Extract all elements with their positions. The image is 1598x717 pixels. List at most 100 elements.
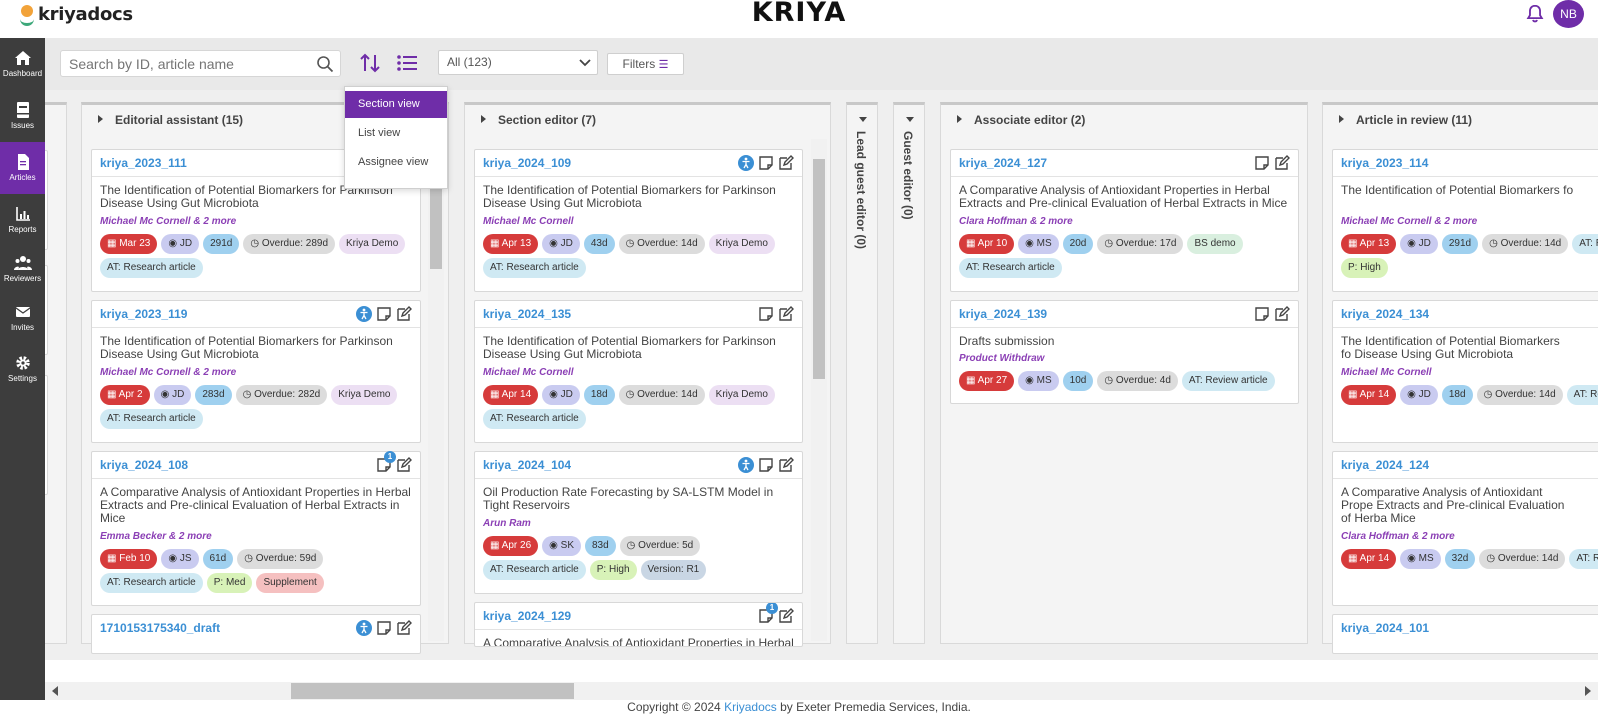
accessibility-icon[interactable] bbox=[738, 457, 754, 473]
article-card[interactable]: kriya_2024_101 bbox=[1332, 614, 1598, 654]
article-id-link[interactable]: kriya_2024_135 bbox=[483, 307, 571, 321]
column-guest-editor[interactable]: Guest editor (0) bbox=[893, 102, 925, 644]
note-icon[interactable] bbox=[1254, 306, 1270, 322]
article-id-link[interactable]: kriya_2024_109 bbox=[483, 156, 571, 170]
due-date-chip: ▦ Apr 13 bbox=[1341, 234, 1397, 254]
edit-icon[interactable] bbox=[778, 608, 794, 624]
filters-button[interactable]: Filters ☰ bbox=[607, 53, 684, 75]
article-authors: Product Withdraw bbox=[959, 353, 1045, 364]
due-date-chip: ▦ Apr 13 bbox=[483, 234, 539, 254]
article-id-link[interactable]: kriya_2024_101 bbox=[1341, 621, 1429, 635]
card-divider bbox=[475, 176, 802, 177]
overdue-chip: ◷ Overdue: 4d bbox=[1097, 371, 1178, 391]
journal-chip: Kriya Demo bbox=[331, 385, 398, 405]
article-card[interactable]: kriya_2023_119 The Identification of Pot… bbox=[91, 300, 421, 443]
notes-with-badge[interactable]: 1 bbox=[758, 603, 778, 624]
card-partial[interactable] bbox=[45, 150, 48, 250]
article-card[interactable]: kriya_2024_139 Drafts submission Product… bbox=[950, 300, 1299, 404]
article-id-link[interactable]: kriya_2024_127 bbox=[959, 156, 1047, 170]
article-card[interactable]: kriya_2024_104 Oil Production Rate Forec… bbox=[474, 451, 803, 594]
kriyadocs-logo[interactable]: kriyadocs bbox=[20, 4, 133, 26]
view-option-section[interactable]: Section view bbox=[345, 91, 447, 118]
column-scrollbar[interactable] bbox=[428, 139, 444, 641]
column-header[interactable]: Article in review (11) bbox=[1323, 105, 1598, 135]
sidebar-item-invites[interactable]: Invites bbox=[0, 292, 45, 344]
edit-icon[interactable] bbox=[778, 155, 794, 171]
article-card[interactable]: kriya_2024_127 A Comparative Analysis of… bbox=[950, 149, 1299, 292]
accessibility-icon[interactable] bbox=[356, 620, 372, 636]
note-icon[interactable] bbox=[376, 620, 392, 636]
scroll-right-arrow-icon[interactable] bbox=[1585, 686, 1591, 696]
edit-icon[interactable] bbox=[396, 457, 412, 473]
article-card[interactable]: kriya_2024_134 The Identification of Pot… bbox=[1332, 300, 1598, 443]
article-card[interactable]: kriya_2024_129 1 A Comparative Analysis … bbox=[474, 602, 803, 647]
article-authors: Michael Mc Cornell bbox=[483, 367, 574, 378]
notes-with-badge[interactable]: 1 bbox=[376, 451, 396, 473]
accessibility-icon[interactable] bbox=[738, 155, 754, 171]
article-id-link[interactable]: kriya_2023_119 bbox=[100, 307, 187, 321]
edit-icon[interactable] bbox=[396, 306, 412, 322]
note-icon[interactable] bbox=[376, 306, 392, 322]
article-card[interactable]: kriya_2023_114 The Identification of Pot… bbox=[1332, 149, 1598, 292]
note-icon[interactable] bbox=[758, 155, 774, 171]
list-view-icon[interactable] bbox=[395, 51, 419, 75]
article-id-link[interactable]: kriya_2024_108 bbox=[100, 458, 188, 472]
sidebar-item-issues[interactable]: Issues bbox=[0, 90, 45, 142]
note-icon[interactable] bbox=[758, 306, 774, 322]
column-lead-guest-editor[interactable]: Lead guest editor (0) bbox=[846, 102, 878, 644]
view-option-assignee[interactable]: Assignee view bbox=[345, 149, 447, 176]
column-header[interactable]: Associate editor (2) bbox=[941, 105, 1307, 135]
article-type-chip: AT: Research article bbox=[483, 409, 586, 429]
edit-icon[interactable] bbox=[396, 620, 412, 636]
scrollbar-thumb[interactable] bbox=[813, 159, 825, 379]
article-id-link[interactable]: kriya_2024_134 bbox=[1341, 307, 1429, 321]
priority-chip: P: High bbox=[589, 560, 637, 580]
article-card[interactable]: kriya_2024_109 The Identification of Pot… bbox=[474, 149, 803, 292]
note-icon[interactable] bbox=[1254, 155, 1270, 171]
edit-icon[interactable] bbox=[778, 306, 794, 322]
article-id-link[interactable]: 1710153175340_draft bbox=[100, 621, 220, 635]
article-card[interactable]: 1710153175340_draft bbox=[91, 614, 421, 654]
edit-icon[interactable] bbox=[1274, 306, 1290, 322]
edit-icon[interactable] bbox=[778, 457, 794, 473]
column-scrollbar[interactable] bbox=[811, 139, 827, 641]
article-type-chip: AT: Research article bbox=[483, 258, 586, 278]
scrollbar-thumb[interactable] bbox=[291, 683, 574, 699]
journal-chip: Kriya Demo bbox=[339, 234, 406, 254]
article-title: A Comparative Analysis of Antioxidant Pr… bbox=[100, 485, 411, 525]
accessibility-icon[interactable] bbox=[356, 306, 372, 322]
sidebar-item-articles[interactable]: Articles bbox=[0, 142, 45, 194]
sidebar-item-reports[interactable]: Reports bbox=[0, 194, 45, 246]
article-type-chip: AT: Research article bbox=[100, 409, 203, 429]
article-card[interactable]: kriya_2024_124 A Comparative Analysis of… bbox=[1332, 451, 1598, 606]
article-id-link[interactable]: kriya_2023_111 bbox=[100, 156, 187, 170]
view-option-list[interactable]: List view bbox=[345, 120, 447, 147]
article-id-link[interactable]: kriya_2024_139 bbox=[959, 307, 1047, 321]
bell-icon[interactable] bbox=[1524, 3, 1546, 25]
edit-icon[interactable] bbox=[1274, 155, 1290, 171]
article-id-link[interactable]: kriya_2023_114 bbox=[1341, 156, 1428, 170]
scroll-left-arrow-icon[interactable] bbox=[52, 686, 58, 696]
status-select[interactable]: All (123) bbox=[438, 50, 598, 75]
article-card[interactable]: kriya_2024_135 The Identification of Pot… bbox=[474, 300, 803, 443]
article-card[interactable]: kriya_2024_108 1 A Comparative Analysis … bbox=[91, 451, 421, 606]
horizontal-scrollbar[interactable] bbox=[45, 682, 1598, 700]
kriyadocs-link[interactable]: Kriyadocs bbox=[724, 700, 777, 714]
sort-icon[interactable] bbox=[358, 51, 382, 75]
article-id-link[interactable]: kriya_2024_129 bbox=[483, 609, 571, 623]
card-partial[interactable] bbox=[45, 265, 48, 355]
article-id-link[interactable]: kriya_2024_104 bbox=[483, 458, 571, 472]
overdue-chip: ◷ Overdue: 5d bbox=[619, 536, 701, 556]
user-avatar[interactable]: NB bbox=[1553, 0, 1584, 28]
search-icon[interactable] bbox=[316, 55, 334, 73]
age-chip: 61d bbox=[202, 549, 234, 569]
sidebar-item-settings[interactable]: Settings bbox=[0, 343, 45, 395]
note-icon[interactable] bbox=[758, 457, 774, 473]
card-partial[interactable] bbox=[45, 375, 48, 495]
overdue-chip: ◷ Overdue: 14d bbox=[1482, 234, 1569, 254]
search-input[interactable] bbox=[61, 51, 301, 76]
sidebar-item-reviewers[interactable]: Reviewers bbox=[0, 243, 45, 295]
column-header[interactable]: Section editor (7) bbox=[465, 105, 830, 135]
article-id-link[interactable]: kriya_2024_124 bbox=[1341, 458, 1429, 472]
sidebar-item-dashboard[interactable]: Dashboard bbox=[0, 38, 45, 90]
